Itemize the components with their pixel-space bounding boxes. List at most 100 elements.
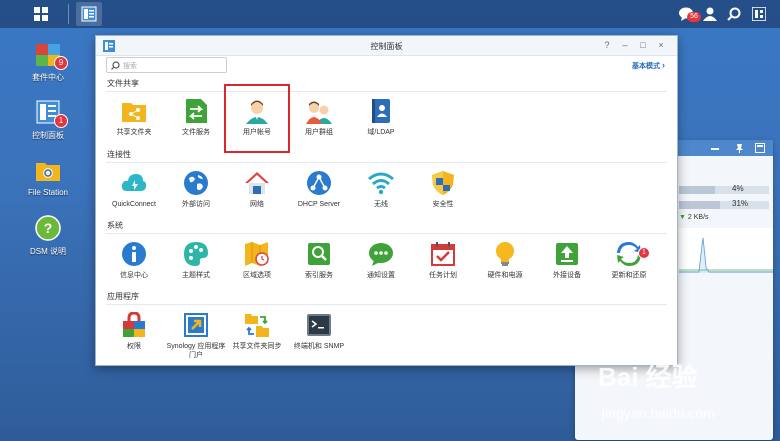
item-indexing-service[interactable]: 索引服务 <box>289 241 349 280</box>
dhcp-icon <box>307 171 331 195</box>
user-menu-button[interactable] <box>697 2 723 26</box>
palette-icon <box>184 242 208 266</box>
terminal-icon <box>307 314 331 336</box>
item-label: 共享文件夹 <box>116 129 152 136</box>
widget-settings-icon[interactable] <box>755 143 765 153</box>
widget-icon <box>752 7 766 21</box>
item-wireless[interactable]: 无线 <box>351 170 411 209</box>
package-center-badge: 9 <box>54 56 68 70</box>
desktop-package-center[interactable]: 9 套件中心 <box>13 40 83 83</box>
item-file-services[interactable]: 文件服务 <box>166 98 226 137</box>
item-external-devices[interactable]: 外接设备 <box>537 241 597 280</box>
item-label: 更新和还原 <box>611 272 647 279</box>
download-speed: ▼ 2 KB/s <box>679 214 709 221</box>
svg-text:?: ? <box>44 220 53 236</box>
section-divider <box>106 304 667 305</box>
item-label: QuickConnect <box>112 201 156 208</box>
window-title-bar[interactable]: 控制面板 ? – □ × <box>96 36 677 56</box>
calendar-check-icon <box>431 242 455 266</box>
item-shared-folder-sync[interactable]: 共享文件夹同步 <box>227 312 287 351</box>
pin-icon[interactable] <box>735 143 744 153</box>
section-title-system: 系统 <box>107 221 123 230</box>
baidu-watermark: Bai 经验 jingyan.baidu.com <box>598 357 778 437</box>
control-panel-badge: 1 <box>54 114 68 128</box>
grid-icon <box>34 7 48 21</box>
desktop-dsm-help[interactable]: ? DSM 说明 <box>13 214 83 257</box>
section-title-applications: 应用程序 <box>107 292 139 301</box>
search-icon <box>111 61 120 70</box>
desktop-file-station[interactable]: File Station <box>13 156 83 197</box>
lightbulb-icon <box>496 242 514 266</box>
taskbar-divider <box>68 4 69 24</box>
item-hardware-power[interactable]: 硬件和电源 <box>475 241 535 280</box>
search-button[interactable] <box>721 2 747 26</box>
notifications-button[interactable]: 56 <box>673 2 701 26</box>
item-external-access[interactable]: 外部访问 <box>166 170 226 209</box>
watermark-logo: Bai 经验 <box>598 362 698 392</box>
taskbar-control-panel-button[interactable] <box>76 2 102 26</box>
external-device-icon <box>556 243 578 265</box>
folder-sync-icon <box>245 314 269 337</box>
item-notification[interactable]: 通知设置 <box>351 241 411 280</box>
chevron-right-icon: › <box>662 60 665 70</box>
update-badge: 1 <box>638 247 650 259</box>
item-label: Synology 应用程序门户 <box>166 343 226 359</box>
domain-ldap-icon <box>372 99 390 123</box>
item-quickconnect[interactable]: QuickConnect <box>104 170 164 209</box>
basic-mode-link[interactable]: 基本模式 › <box>632 60 665 71</box>
maximize-button[interactable]: □ <box>637 40 649 51</box>
search-input[interactable]: 搜索 <box>106 57 227 73</box>
section-title-connectivity: 连接性 <box>107 150 131 159</box>
item-label: 区域选项 <box>243 272 271 279</box>
item-terminal-snmp[interactable]: 终端机和 SNMP <box>289 312 349 351</box>
cpu-bar <box>679 186 769 194</box>
network-graph <box>679 228 773 273</box>
item-domain-ldap[interactable]: 域/LDAP <box>351 98 411 137</box>
section-divider <box>106 233 667 234</box>
item-theme[interactable]: 主题样式 <box>166 241 226 280</box>
section-divider <box>106 162 667 163</box>
shield-icon <box>432 171 454 195</box>
cpu-value: 4% <box>732 184 744 193</box>
item-label: 索引服务 <box>305 272 333 279</box>
ram-value: 31% <box>732 199 749 208</box>
item-label: 无线 <box>374 201 388 208</box>
item-regional-options[interactable]: 区域选项 <box>227 241 287 280</box>
item-task-scheduler[interactable]: 任务计划 <box>413 241 473 280</box>
desktop-icon-label: DSM 说明 <box>30 247 66 256</box>
user-icon <box>703 7 717 21</box>
search-icon <box>727 7 741 21</box>
help-icon: ? <box>35 215 61 241</box>
item-network[interactable]: 网络 <box>227 170 287 209</box>
control-panel-icon <box>81 6 97 22</box>
item-label: 外部访问 <box>182 201 210 208</box>
help-button[interactable]: ? <box>601 40 613 51</box>
wifi-icon <box>368 172 394 195</box>
item-dhcp-server[interactable]: DHCP Server <box>289 170 349 209</box>
widgets-button[interactable] <box>746 2 772 26</box>
item-privileges[interactable]: 权限 <box>104 312 164 351</box>
item-user-group[interactable]: 用户群组 <box>289 98 349 137</box>
item-label: 域/LDAP <box>367 129 395 136</box>
file-services-icon <box>186 99 207 123</box>
item-security[interactable]: 安全性 <box>413 170 473 209</box>
folder-icon <box>36 163 60 181</box>
taskbar: 56 <box>0 0 780 28</box>
close-button[interactable]: × <box>655 40 667 51</box>
item-label: 文件服务 <box>182 129 210 136</box>
widget-minimize-icon[interactable] <box>711 148 719 150</box>
index-search-icon <box>308 243 330 265</box>
item-update-restore[interactable]: 1 更新和还原 <box>599 241 659 280</box>
item-info-center[interactable]: 信息中心 <box>104 241 164 280</box>
section-divider <box>106 91 667 92</box>
map-clock-icon <box>245 242 269 266</box>
minimize-button[interactable]: – <box>619 40 631 51</box>
item-label: 终端机和 SNMP <box>293 343 345 350</box>
main-menu-button[interactable] <box>28 2 54 26</box>
item-shared-folder[interactable]: 共享文件夹 <box>104 98 164 137</box>
globe-icon <box>184 171 208 195</box>
control-panel-window: 控制面板 ? – □ × 搜索 基本模式 › 文件共享 共享文件夹 文件服务 用… <box>95 35 678 366</box>
item-label: 任务计划 <box>429 272 457 279</box>
desktop-control-panel[interactable]: 1 控制面板 <box>13 98 83 141</box>
item-app-portal[interactable]: Synology 应用程序门户 <box>166 312 226 360</box>
